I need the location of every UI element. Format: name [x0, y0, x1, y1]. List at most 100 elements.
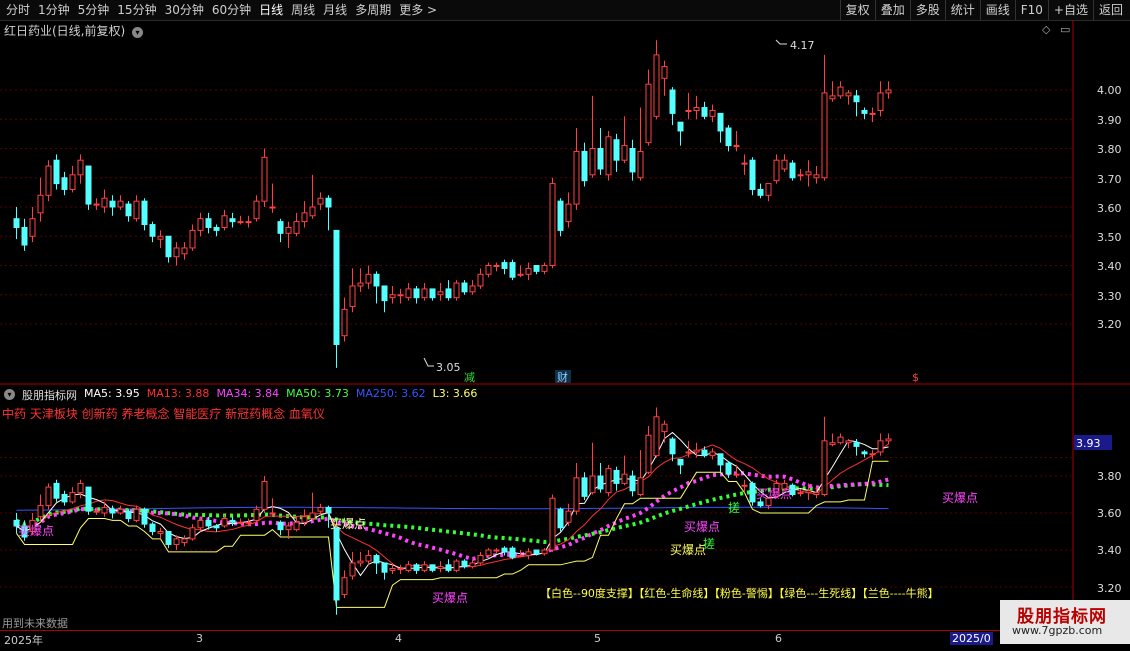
candle-body — [821, 440, 828, 496]
candle-body — [573, 150, 580, 205]
candle-body — [373, 555, 380, 564]
candle-body — [357, 560, 364, 564]
ma50-line — [15, 481, 889, 544]
tab-period-30min[interactable]: 30分钟 — [161, 0, 208, 20]
candle-body — [877, 92, 884, 111]
candle-body — [709, 109, 716, 117]
indicator-legend: ▾ 股朋指标网 MA5: 3.95 MA13: 3.88 MA34: 3.84 … — [4, 387, 477, 403]
candle-body — [45, 165, 52, 196]
tab-period-intraday[interactable]: 分时 — [2, 0, 34, 20]
tab-period-daily[interactable]: 日线 — [255, 0, 287, 20]
stats-button[interactable]: 统计 — [944, 0, 980, 20]
buy-signal-label: 买爆点 — [942, 491, 978, 505]
price-axis-label: 3.20 — [1097, 318, 1122, 331]
reduce-marker: 减 — [464, 371, 475, 384]
adjust-button[interactable]: 复权 — [839, 0, 875, 20]
candle-body — [37, 505, 44, 518]
candle-body — [221, 215, 228, 228]
candle-body — [349, 285, 356, 307]
candle-body — [565, 203, 572, 223]
candle-body — [277, 521, 284, 531]
tab-period-weekly[interactable]: 周线 — [287, 0, 319, 20]
candle-body — [189, 229, 196, 249]
candle-body — [685, 451, 692, 454]
candle-body — [205, 218, 212, 228]
candle-body — [13, 218, 20, 228]
indicator-axis-label: 3.80 — [1097, 470, 1122, 483]
candle-body — [165, 235, 172, 258]
candle-body — [21, 525, 28, 538]
candle-body — [653, 416, 660, 457]
candle-body — [149, 224, 156, 237]
f10-button[interactable]: F10 — [1014, 0, 1048, 20]
multi-stock-button[interactable]: 多股 — [909, 0, 945, 20]
candle-body — [805, 490, 812, 494]
tab-period-60min[interactable]: 60分钟 — [208, 0, 255, 20]
indicator-name[interactable]: 股朋指标网 — [22, 387, 77, 403]
price-panel-title-wrap: 红日药业(日线,前复权) ▾ — [4, 22, 144, 39]
candle-body — [93, 203, 100, 206]
candle-body — [317, 197, 324, 205]
candle-body — [173, 538, 180, 545]
tab-period-15min[interactable]: 15分钟 — [113, 0, 160, 20]
candle-body — [869, 112, 876, 115]
candle-body — [693, 449, 700, 453]
candle-body — [781, 482, 788, 490]
candle-body — [525, 267, 532, 275]
overlay-button[interactable]: 叠加 — [874, 0, 910, 20]
low-price-label: 3.05 — [436, 361, 461, 374]
candle-body — [469, 285, 476, 293]
candle-body — [725, 127, 732, 147]
price-axis-label: 4.00 — [1097, 84, 1122, 97]
candle-body — [861, 109, 868, 114]
l3-value: L3: 3.66 — [432, 387, 478, 400]
candle-body — [629, 148, 636, 173]
window-icon[interactable]: ▭ — [1060, 23, 1070, 36]
tab-period-1min[interactable]: 1分钟 — [34, 0, 74, 20]
tab-period-monthly[interactable]: 月线 — [319, 0, 351, 20]
candle-body — [885, 89, 892, 94]
candle-body — [461, 560, 468, 568]
ma34-line — [15, 471, 889, 562]
buy-signal-label: 买爆点 — [756, 487, 792, 501]
tab-period-5min[interactable]: 5分钟 — [74, 0, 114, 20]
candle-body — [125, 510, 132, 520]
candle-body — [381, 285, 388, 302]
candle-body — [453, 560, 460, 571]
diamond-icon[interactable]: ◇ — [1042, 23, 1050, 36]
candle-body — [429, 564, 436, 571]
price-axis-label: 3.40 — [1097, 260, 1122, 273]
date-label: 3 — [196, 632, 203, 645]
candle-body — [765, 183, 772, 196]
candle-body — [117, 508, 124, 514]
price-axis-label: 3.80 — [1097, 143, 1122, 156]
candle-body — [437, 291, 444, 296]
candle-body — [21, 226, 28, 246]
date-axis: 2025年 3 4 5 6 2025/0 — [0, 630, 1130, 651]
candle-body — [381, 562, 388, 573]
kline-chart[interactable]: 4.00 3.90 3.80 3.70 3.60 3.50 3.40 3.30 … — [0, 0, 1130, 650]
date-label: 6 — [775, 632, 782, 645]
add-watchlist-button[interactable]: +自选 — [1047, 0, 1093, 20]
chevron-down-icon[interactable]: ▾ — [132, 27, 144, 38]
candle-body — [237, 221, 244, 224]
candle-body — [677, 121, 684, 132]
chevron-down-icon[interactable]: ▾ — [4, 389, 15, 400]
back-button[interactable]: 返回 — [1092, 0, 1128, 20]
candle-body — [229, 218, 236, 223]
candle-body — [125, 203, 132, 217]
candle-body — [589, 148, 596, 176]
candle-body — [709, 451, 716, 457]
candle-body — [597, 148, 604, 170]
candle-body — [157, 531, 164, 534]
candle-body — [29, 519, 36, 533]
date-label: 2025年 — [4, 634, 43, 647]
candle-body — [597, 475, 604, 490]
price-axis-label: 3.60 — [1097, 202, 1122, 215]
buy-signal-label: 买爆点 — [684, 520, 720, 534]
candle-body — [693, 107, 700, 111]
draw-line-button[interactable]: 画线 — [979, 0, 1015, 20]
tab-period-multi[interactable]: 多周期 — [351, 0, 395, 20]
tab-period-more[interactable]: 更多 > — [395, 0, 441, 20]
candle-body — [877, 440, 884, 453]
